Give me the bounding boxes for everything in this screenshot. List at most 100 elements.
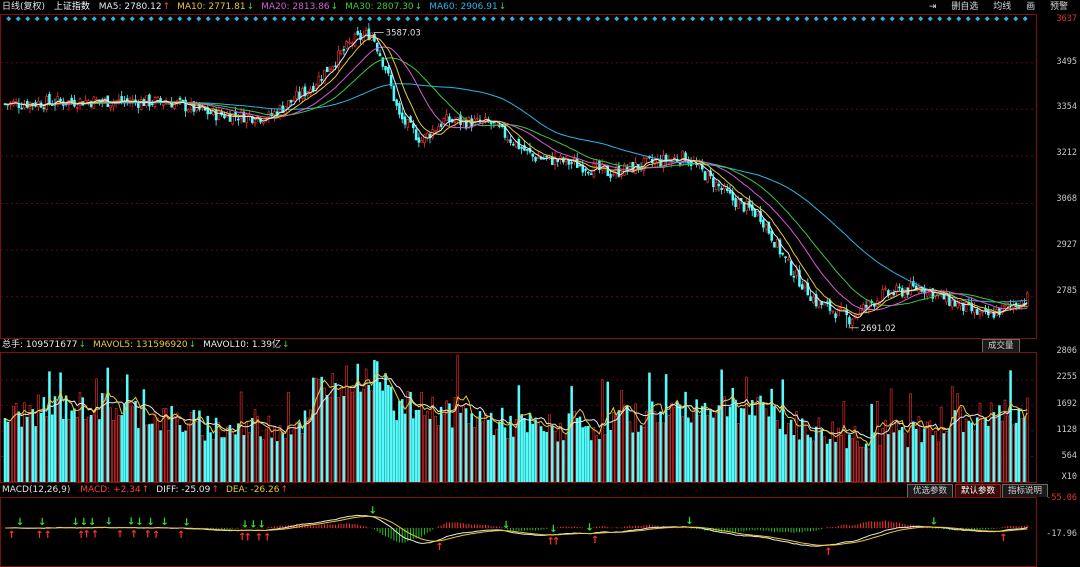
arrow-up-icon: ↑ xyxy=(280,485,289,495)
event-marker xyxy=(433,16,439,22)
volume-bar xyxy=(553,430,557,482)
volume-bar xyxy=(781,379,785,482)
candle-body xyxy=(734,198,737,208)
volume-bar xyxy=(214,417,218,482)
volume-bar xyxy=(517,385,521,482)
candle-body xyxy=(817,299,821,308)
macd-header: MACD(12,26,9) MACD: +2.34↑ DIFF: -25.09↑ D… xyxy=(0,484,1080,497)
macd-plot[interactable]: ↑↓↑↓↑↓↑↓↑↓↑↓↑↓↑↓↑↓↑↓↑↓↑↓↑↓↑↓↑↓↑↓↑↓↑↓↑↓↑↓… xyxy=(1,498,1036,566)
candle-body xyxy=(942,292,946,300)
volume-bar xyxy=(698,415,701,482)
indicator-help-button[interactable]: 指标说明 xyxy=(1002,484,1049,497)
volume-bar xyxy=(67,419,71,482)
volume-bar xyxy=(878,445,882,482)
event-marker xyxy=(291,16,297,22)
volume-bar xyxy=(920,442,923,482)
volume-bar xyxy=(687,417,690,482)
candle-body xyxy=(792,275,796,278)
volume-bar xyxy=(695,399,698,482)
volume-bar xyxy=(625,405,629,482)
event-marker xyxy=(1013,16,1019,22)
golden-cross-icon: ↑ xyxy=(91,529,99,540)
event-marker xyxy=(91,16,97,22)
arrow-down-icon: ↓ xyxy=(330,2,339,12)
candle-body xyxy=(725,188,729,191)
candle-body xyxy=(345,41,348,49)
candle-body xyxy=(95,98,98,101)
volume-bar xyxy=(825,443,829,482)
candle-body xyxy=(298,91,301,99)
volume-bar xyxy=(242,435,246,482)
volume-legend-label: MAVOL10: 1.39亿 xyxy=(203,340,281,350)
event-marker xyxy=(272,16,278,22)
candlestick-plot[interactable]: 3587.03 2691.02 xyxy=(1,15,1036,338)
volume-bar xyxy=(692,407,696,482)
remove-watchlist-button[interactable]: 删自选 xyxy=(951,0,978,14)
event-marker xyxy=(813,16,819,22)
candle-body xyxy=(167,103,171,105)
volume-bar xyxy=(345,365,348,482)
volume-bar xyxy=(587,425,590,482)
warning-button[interactable]: 预警 xyxy=(1050,0,1068,14)
volume-bar xyxy=(342,395,346,482)
volume-bar xyxy=(717,405,721,482)
volume-bar xyxy=(598,439,601,482)
candle-body xyxy=(489,122,493,125)
volume-bar xyxy=(648,372,651,482)
volume-bar xyxy=(792,435,796,482)
ma-legend-item: MA5: 2780.12↑ xyxy=(99,0,170,14)
volume-bar xyxy=(212,438,215,482)
volume-bar xyxy=(39,412,43,482)
candle-body xyxy=(753,209,757,218)
arrow-down-icon: ↓ xyxy=(246,2,255,12)
macd-title[interactable]: MACD(12,26,9) xyxy=(2,484,70,497)
volume-bar xyxy=(614,416,618,482)
volume-bar xyxy=(570,386,573,482)
volume-bar xyxy=(798,439,801,482)
price-chart[interactable]: 3587.03 2691.02 xyxy=(0,14,1037,339)
candle-body xyxy=(214,109,218,121)
event-marker xyxy=(975,16,981,22)
candle-body xyxy=(831,310,835,313)
event-marker xyxy=(25,16,31,22)
event-marker xyxy=(690,16,696,22)
volume-bar xyxy=(48,371,51,482)
golden-cross-icon: ↑ xyxy=(130,530,138,541)
death-cross-icon: ↓ xyxy=(160,517,168,528)
default-params-button[interactable]: 默认参数 xyxy=(955,484,1002,497)
volume-bar xyxy=(234,434,237,482)
period-title[interactable]: 日线(复权) xyxy=(2,0,45,14)
candle-body xyxy=(512,143,515,146)
volume-button[interactable]: 成交量 xyxy=(982,339,1020,352)
golden-cross-icon: ↑ xyxy=(177,530,185,541)
candle-body xyxy=(884,287,887,290)
volume-chart[interactable] xyxy=(0,352,1037,483)
average-line-button[interactable]: 均线 xyxy=(993,0,1011,14)
event-marker xyxy=(205,16,211,22)
volume-bar xyxy=(575,418,579,482)
candle-body xyxy=(703,171,707,181)
event-marker xyxy=(566,16,572,22)
optimize-params-button[interactable]: 优选参数 xyxy=(907,484,954,497)
candle-body xyxy=(353,33,357,47)
volume-plot[interactable] xyxy=(1,353,1036,482)
candle-body xyxy=(162,104,165,106)
volume-bar xyxy=(175,412,179,482)
event-marker xyxy=(34,16,40,22)
volume-bar xyxy=(975,417,979,482)
exit-icon[interactable]: ⇥ xyxy=(929,0,937,14)
golden-cross-icon: ↑ xyxy=(8,530,16,541)
volume-bar xyxy=(262,439,265,482)
candle-body xyxy=(578,164,582,167)
draw-button[interactable]: 画 xyxy=(1026,0,1035,14)
volume-bar xyxy=(756,397,760,482)
candle-body xyxy=(42,107,46,110)
volume-bar xyxy=(795,411,798,482)
event-marker xyxy=(120,16,126,22)
candle-body xyxy=(237,118,240,121)
volume-bar xyxy=(439,406,443,482)
volume-bar xyxy=(98,419,101,482)
volume-bar xyxy=(498,421,501,482)
event-marker xyxy=(490,16,496,22)
macd-chart[interactable]: ↑ ↓ ↑ ↓ ↑ ↓ ↑ ↓ ↑ ↓ ↑ ↓ ↑ ↓ ↑ ↓ ↑ ↓ ↑ ↓ ↑ ↓ ↑ ↓ ↑ ↓ ↑ ↓ ↑ ↓ ↑ ↓ ↑ ↓ ↑ ↓ ↑ ↓ ↑ ↓… xyxy=(0,497,1037,567)
